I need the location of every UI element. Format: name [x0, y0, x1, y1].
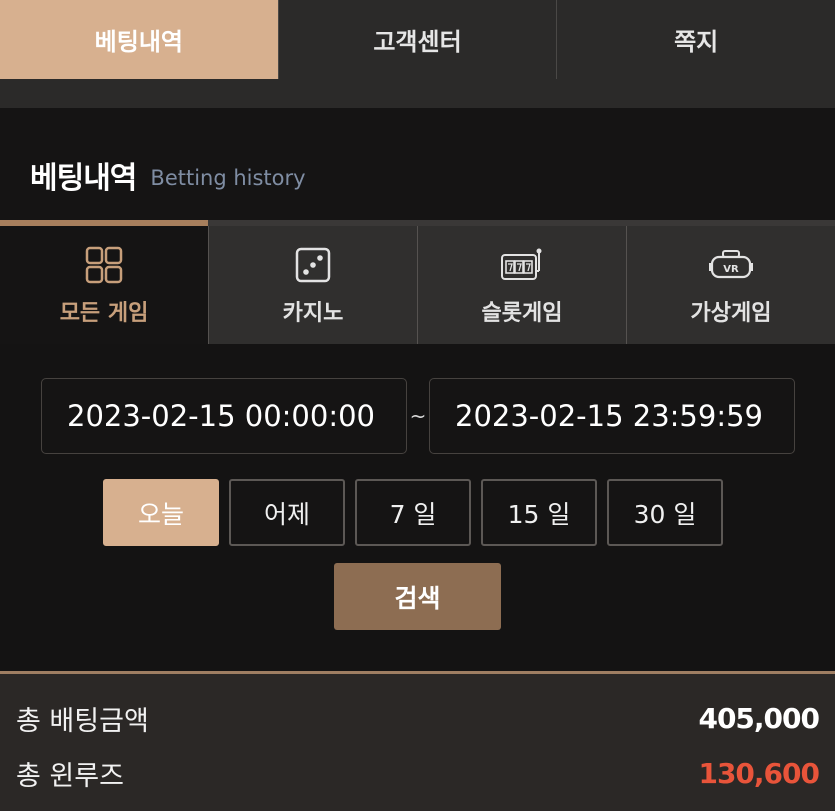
date-separator: ~	[409, 404, 427, 428]
tab-messages[interactable]: 쪽지	[556, 0, 835, 79]
total-bet-value: 405,000	[698, 702, 820, 735]
quick-range-buttons: 오늘 어제 7 일 15 일 30 일	[103, 479, 723, 546]
category-label: 슬롯게임	[481, 301, 563, 326]
category-tab-virtual[interactable]: VR 가상게임	[626, 226, 835, 344]
total-bet-label: 총 배팅금액	[16, 706, 149, 737]
svg-text:VR: VR	[723, 264, 739, 275]
end-date-field[interactable]: 2023-02-15 23:59:59	[429, 378, 795, 454]
date-range: 2023-02-15 00:00:00 ~ 2023-02-15 23:59:5…	[41, 378, 795, 454]
total-winloss-row: 총 윈루즈 130,600	[16, 746, 820, 801]
section-header: 베팅내역 Betting history	[0, 108, 835, 220]
tab-customer-center[interactable]: 고객센터	[277, 0, 557, 79]
30-days-button[interactable]: 30 일	[607, 479, 723, 546]
category-label: 모든 게임	[59, 301, 149, 326]
dice-icon	[291, 243, 335, 287]
category-label: 가상게임	[690, 301, 772, 326]
game-category-tabs: 모든 게임 카지노 슬롯게임 VR 가상게임	[0, 220, 835, 344]
slot-machine-icon	[500, 243, 544, 287]
15-days-button[interactable]: 15 일	[481, 479, 597, 546]
page-subtitle: Betting history	[150, 166, 306, 190]
category-tab-casino[interactable]: 카지노	[208, 226, 417, 344]
total-winloss-label: 총 윈루즈	[16, 761, 124, 792]
vr-headset-icon: VR	[709, 243, 753, 287]
summary-panel: 총 배팅금액 405,000 총 윈루즈 130,600	[0, 671, 835, 811]
start-date-field[interactable]: 2023-02-15 00:00:00	[41, 378, 407, 454]
category-tab-all-games[interactable]: 모든 게임	[0, 220, 208, 344]
yesterday-button[interactable]: 어제	[229, 479, 345, 546]
category-tab-slot[interactable]: 슬롯게임	[417, 226, 626, 344]
total-winloss-value: 130,600	[698, 757, 820, 790]
search-button[interactable]: 검색	[334, 563, 501, 630]
page-title: 베팅내역	[30, 161, 137, 196]
7-days-button[interactable]: 7 일	[355, 479, 471, 546]
grid-icon	[82, 243, 126, 287]
total-bet-row: 총 배팅금액 405,000	[16, 691, 820, 746]
today-button[interactable]: 오늘	[103, 479, 219, 546]
top-nav-tabs: 베팅내역 고객센터 쪽지	[0, 0, 835, 79]
divider-strip	[0, 79, 835, 108]
tab-betting-history[interactable]: 베팅내역	[0, 0, 278, 79]
category-label: 카지노	[282, 301, 344, 326]
